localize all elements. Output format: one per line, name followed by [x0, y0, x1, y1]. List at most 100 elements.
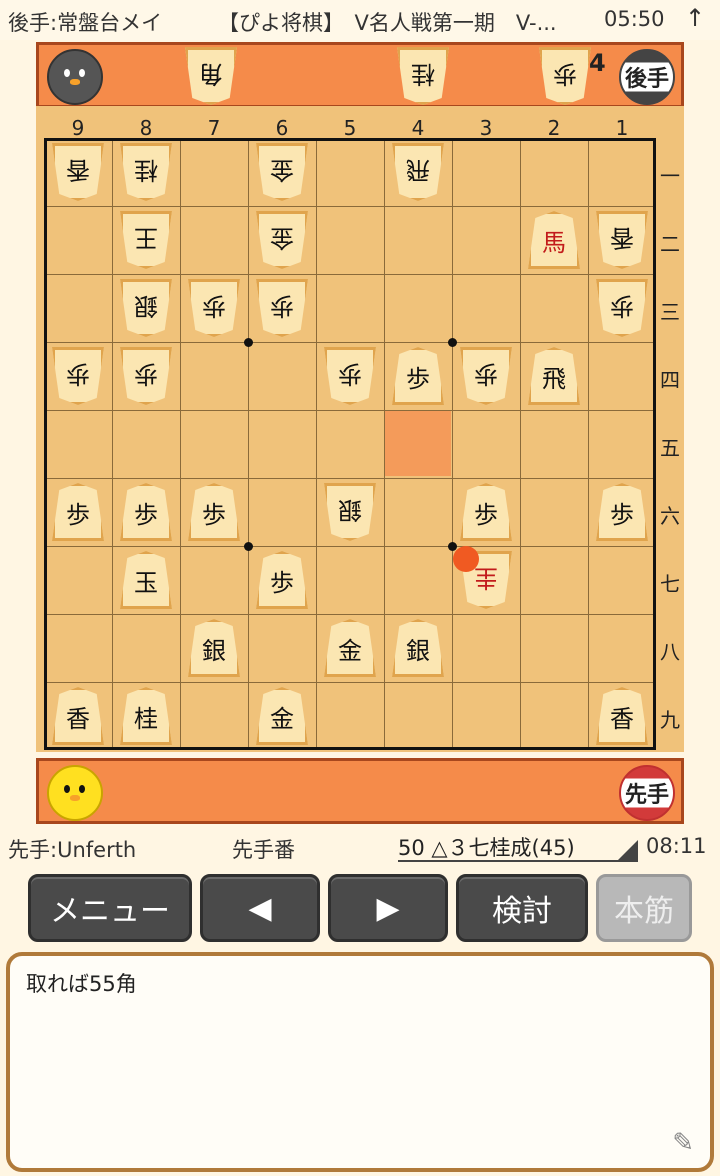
shogi-piece[interactable]: 歩 — [52, 347, 104, 405]
grid-line — [316, 141, 317, 747]
grid-line — [47, 546, 653, 547]
sente-piece-stand: 先手 — [36, 758, 684, 824]
file-label: 3 — [479, 116, 493, 140]
rank-label: 六 — [660, 504, 680, 528]
captured-piece-fu[interactable]: 歩 — [539, 47, 591, 105]
grid-line — [47, 478, 653, 479]
grid-line — [47, 410, 653, 411]
rank-label: 三 — [660, 300, 680, 324]
shogi-piece[interactable]: 歩 — [460, 347, 512, 405]
file-label: 7 — [207, 116, 221, 140]
file-label: 6 — [275, 116, 289, 140]
menu-button[interactable]: メニュー — [28, 874, 192, 942]
shogi-piece[interactable]: 玉 — [120, 551, 172, 609]
shogi-piece[interactable]: 歩 — [256, 551, 308, 609]
shogi-piece[interactable]: 歩 — [460, 483, 512, 541]
shogi-piece[interactable]: 馬 — [528, 211, 580, 269]
file-label: 9 — [71, 116, 85, 140]
comment-text: 取れば55角 — [26, 972, 137, 996]
shogi-piece[interactable]: 歩 — [596, 279, 648, 337]
shogi-piece[interactable]: 歩 — [52, 483, 104, 541]
gray-chick-icon — [47, 49, 103, 105]
grid-line — [47, 206, 653, 207]
grid-line — [180, 141, 181, 747]
grid-line — [112, 141, 113, 747]
gote-badge: 後手 — [619, 49, 675, 105]
sente-badge: 先手 — [619, 765, 675, 821]
hoshi-point — [244, 542, 253, 551]
shogi-piece[interactable]: 歩 — [256, 279, 308, 337]
shogi-piece[interactable]: 金 — [256, 687, 308, 745]
shogi-piece[interactable]: 銀 — [324, 483, 376, 541]
shogi-piece[interactable]: 香 — [596, 211, 648, 269]
grid-line — [47, 274, 653, 275]
up-arrow-icon: ↑ — [685, 4, 706, 32]
yellow-chick-icon — [47, 765, 103, 821]
shogi-piece[interactable]: 歩 — [596, 483, 648, 541]
grid-line — [47, 342, 653, 343]
next-move-button[interactable]: ▶ — [328, 874, 448, 942]
game-clock: 08:11 — [646, 834, 707, 858]
main-line-button: 本筋 — [596, 874, 692, 942]
rank-label: 四 — [660, 368, 680, 392]
shogi-piece[interactable]: 銀 — [120, 279, 172, 337]
shogi-piece[interactable]: 飛 — [392, 143, 444, 201]
turn-indicator: 先手番 — [232, 838, 295, 862]
status-bar: 後手:常盤台メイ 【ぴよ将棋】 V名人戦第一期 V-... 05:50 ↑ — [0, 0, 720, 40]
grid-line — [588, 141, 589, 747]
file-label: 5 — [343, 116, 357, 140]
shogi-piece[interactable]: 歩 — [324, 347, 376, 405]
file-label: 1 — [615, 116, 629, 140]
shogi-piece[interactable]: 桂 — [120, 687, 172, 745]
shogi-piece[interactable]: 歩 — [120, 347, 172, 405]
grid-line — [248, 141, 249, 747]
clock: 05:50 — [604, 7, 665, 31]
current-move: 50 △３七桂成(45) — [398, 836, 575, 860]
comment-box[interactable]: 取れば55角 ✎ — [6, 952, 714, 1172]
sente-player-name: 先手:Unferth — [8, 838, 137, 862]
prev-move-button[interactable]: ◀ — [200, 874, 320, 942]
shogi-piece[interactable]: 金 — [256, 211, 308, 269]
shogi-piece[interactable]: 歩 — [120, 483, 172, 541]
shogi-piece[interactable]: 桂 — [120, 143, 172, 201]
shogi-piece[interactable]: 王 — [120, 211, 172, 269]
shogi-piece[interactable]: 香 — [52, 687, 104, 745]
gote-player-name: 後手:常盤台メイ — [8, 11, 163, 35]
file-label: 8 — [139, 116, 153, 140]
grid-line — [384, 141, 385, 747]
grid-line — [47, 682, 653, 683]
file-label: 4 — [411, 116, 425, 140]
shogi-piece[interactable]: 銀 — [392, 619, 444, 677]
hoshi-point — [448, 338, 457, 347]
dropdown-icon — [618, 840, 638, 860]
grid-line — [47, 614, 653, 615]
captured-fu-count: 4 — [589, 49, 606, 77]
shogi-piece[interactable]: 金 — [256, 143, 308, 201]
rank-label: 一 — [660, 164, 680, 188]
gote-piece-stand: 角 桂 歩 4 後手 — [36, 42, 684, 108]
shogi-piece[interactable]: 銀 — [188, 619, 240, 677]
move-select[interactable]: 50 △３七桂成(45) — [398, 832, 638, 862]
shogi-piece[interactable]: 金 — [324, 619, 376, 677]
rank-label: 二 — [660, 232, 680, 256]
shogi-piece[interactable]: 歩 — [188, 279, 240, 337]
grid-line — [520, 141, 521, 747]
analyze-button[interactable]: 検討 — [456, 874, 588, 942]
shogi-piece[interactable]: 歩 — [188, 483, 240, 541]
shogi-piece[interactable]: 香 — [596, 687, 648, 745]
event-title: 【ぴよ将棋】 V名人戦第一期 V-... — [218, 11, 557, 35]
rank-label: 七 — [660, 572, 680, 596]
captured-piece-kaku[interactable]: 角 — [185, 47, 237, 105]
rank-label: 五 — [660, 436, 680, 460]
shogi-piece[interactable]: 飛 — [528, 347, 580, 405]
captured-piece-kei[interactable]: 桂 — [397, 47, 449, 105]
pencil-icon[interactable]: ✎ — [672, 1128, 694, 1158]
grid-line — [452, 141, 453, 747]
rank-label: 八 — [660, 640, 680, 664]
hoshi-point — [448, 542, 457, 551]
shogi-piece[interactable]: 香 — [52, 143, 104, 201]
file-label: 2 — [547, 116, 561, 140]
hoshi-point — [244, 338, 253, 347]
rank-label: 九 — [660, 708, 680, 732]
shogi-piece[interactable]: 歩 — [392, 347, 444, 405]
